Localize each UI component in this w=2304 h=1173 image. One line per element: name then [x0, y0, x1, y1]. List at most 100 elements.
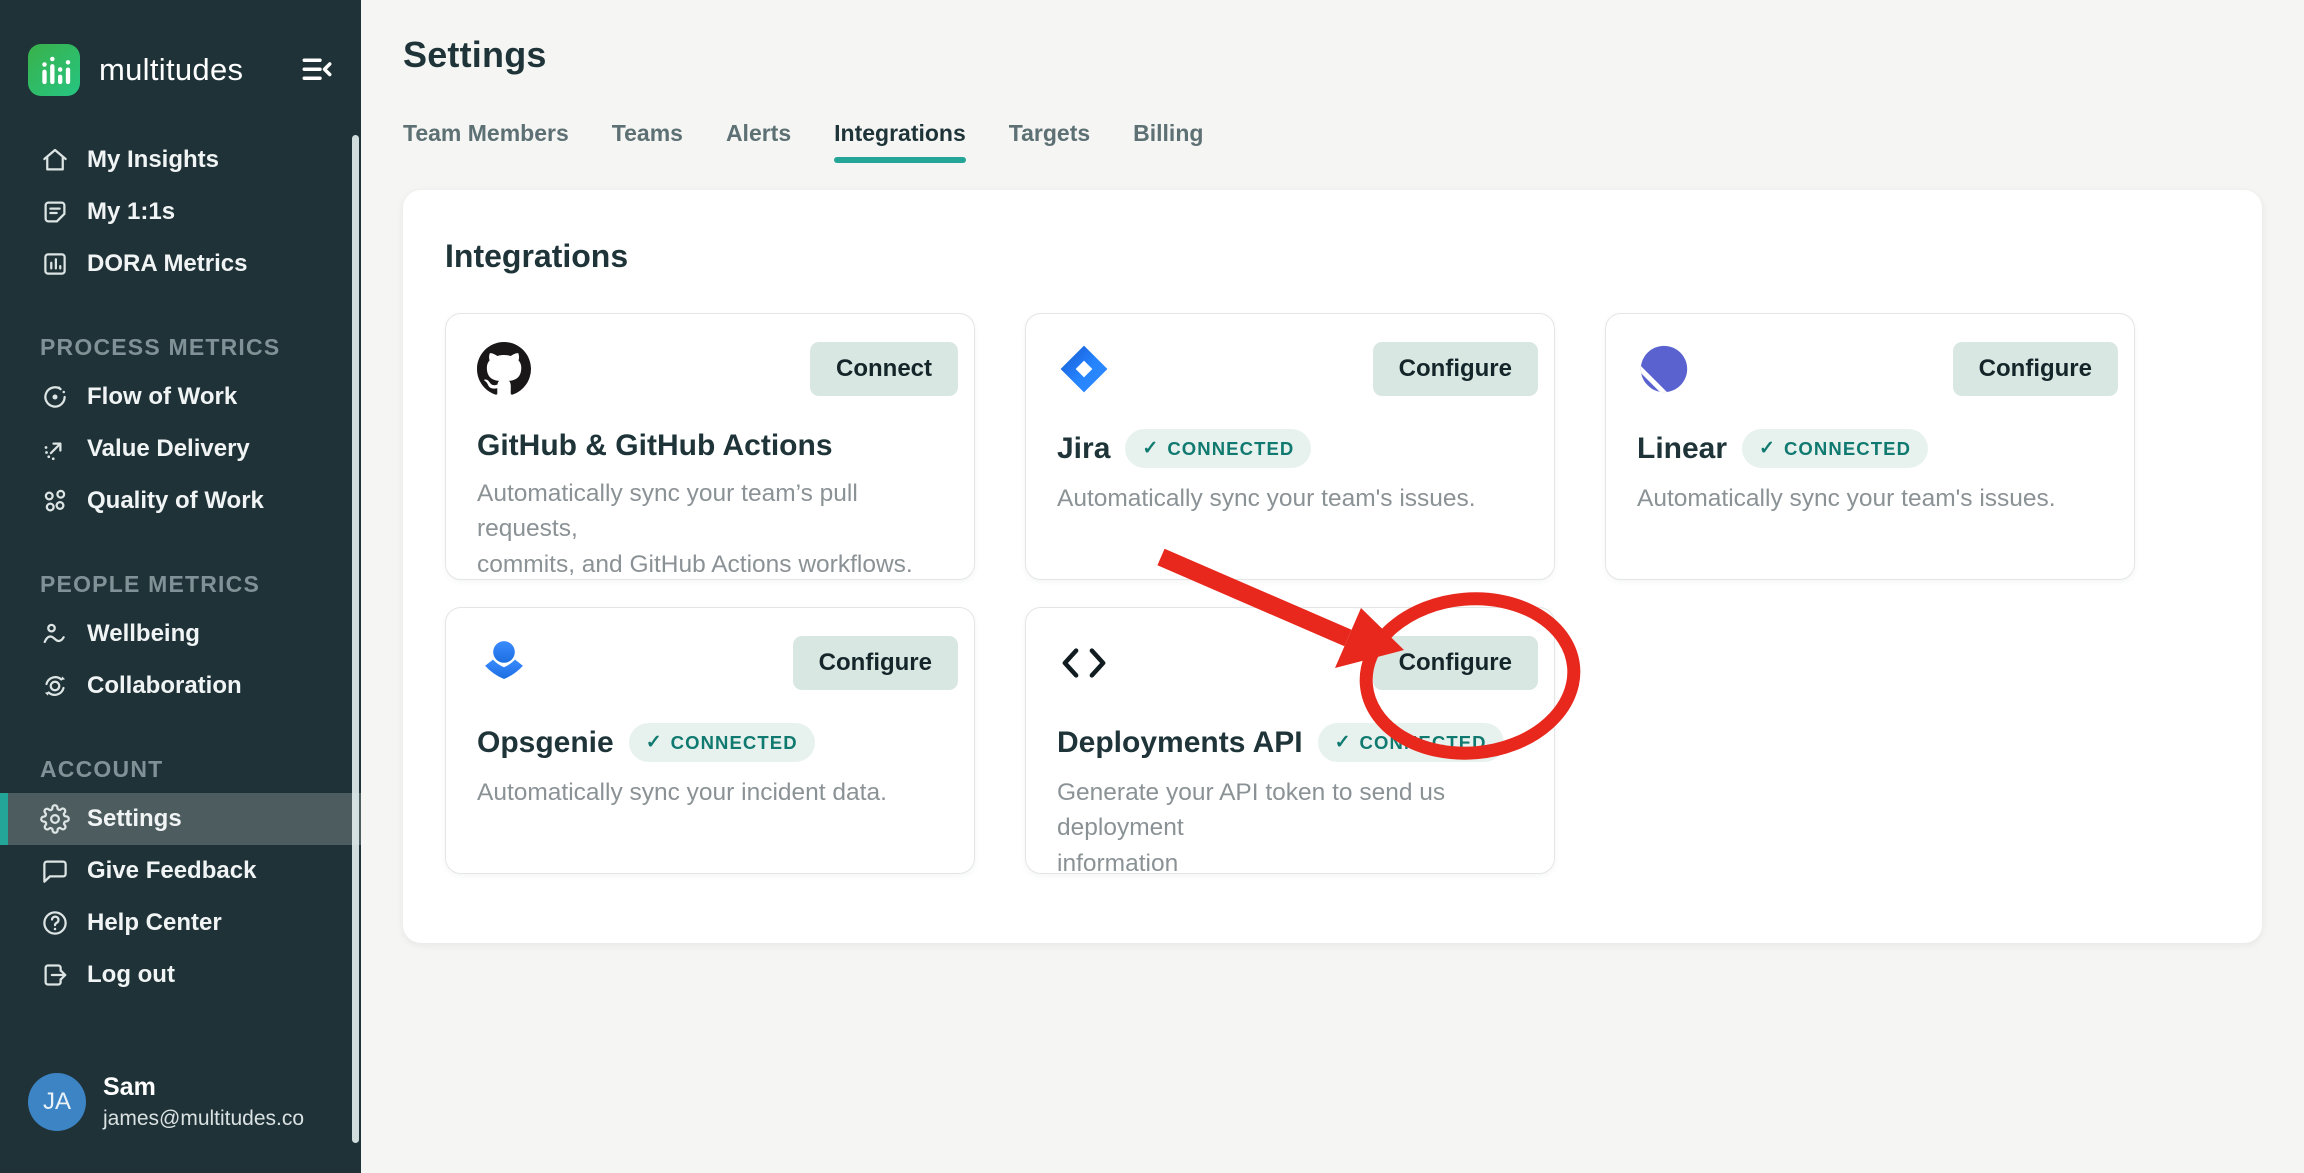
avatar: JA — [28, 1073, 86, 1131]
sidebar-section-label-process-metrics: PROCESS METRICS — [0, 334, 361, 361]
sidebar-item-label: My Insights — [87, 146, 219, 174]
code-icon — [1057, 636, 1111, 690]
github-icon — [477, 342, 531, 396]
tab-targets[interactable]: Targets — [1009, 120, 1090, 163]
connect-button-github-github-actions[interactable]: Connect — [810, 342, 958, 396]
chat-icon — [40, 856, 70, 886]
user-name: Sam — [103, 1073, 304, 1102]
sidebar-item-value-delivery[interactable]: Value Delivery — [0, 423, 361, 475]
configure-button-jira[interactable]: Configure — [1373, 342, 1538, 396]
configure-button-linear[interactable]: Configure — [1953, 342, 2118, 396]
connected-badge: ✓ CONNECTED — [1318, 723, 1504, 762]
sidebar-item-give-feedback[interactable]: Give Feedback — [0, 845, 361, 897]
linear-icon — [1637, 342, 1691, 396]
connected-badge-label: CONNECTED — [1784, 438, 1911, 460]
orbit-icon — [40, 671, 70, 701]
sidebar-item-label: Log out — [87, 961, 175, 989]
cycle-icon — [40, 382, 70, 412]
opsgenie-icon — [477, 636, 531, 690]
check-icon: ✓ — [1759, 437, 1775, 460]
integration-card-linear: Configure Linear ✓ CONNECTED Automatically s… — [1605, 313, 2135, 580]
integration-card-deployments-api: ConfigureDeployments API✓CONNECTEDGenera… — [1025, 607, 1555, 874]
sidebar-item-label: Collaboration — [87, 672, 242, 700]
integration-card-jira: Configure Jira ✓ CONNECTED Automatically syn… — [1025, 313, 1555, 580]
check-icon: ✓ — [646, 731, 662, 754]
home-icon — [40, 145, 70, 175]
integration-title: Opsgenie — [477, 726, 614, 760]
sidebar-item-label: Flow of Work — [87, 383, 237, 411]
sidebar: multitudes My Insights My 1:1s DORA Metric… — [0, 0, 361, 1173]
multitudes-logo-icon — [28, 44, 80, 96]
note-icon — [40, 197, 70, 227]
configure-button-opsgenie[interactable]: Configure — [793, 636, 958, 690]
help-icon — [40, 908, 70, 938]
settings-tabs: Team Members Teams Alerts Integrations Targe… — [403, 120, 2262, 163]
check-icon: ✓ — [1335, 731, 1351, 754]
sidebar-item-collaboration[interactable]: Collaboration — [0, 660, 361, 712]
sidebar-item-label: Give Feedback — [87, 857, 256, 885]
app-logo-text: multitudes — [99, 52, 280, 88]
integration-card-opsgenie: Configure Opsgenie ✓ CONNECTED Automatically… — [445, 607, 975, 874]
integration-description: Automatically sync your team’s pull requ… — [477, 476, 942, 582]
sidebar-item-label: Wellbeing — [87, 620, 200, 648]
integration-title: GitHub & GitHub Actions — [477, 429, 833, 463]
sidebar-nav: My Insights My 1:1s DORA Metrics PROCESS ME… — [0, 134, 361, 1001]
gear-icon — [40, 804, 70, 834]
sidebar-item-dora-metrics[interactable]: DORA Metrics — [0, 238, 361, 290]
bar-chart-icon — [40, 249, 70, 279]
tab-alerts[interactable]: Alerts — [726, 120, 791, 163]
tab-billing[interactable]: Billing — [1133, 120, 1203, 163]
logo-row: multitudes — [0, 0, 361, 96]
sidebar-item-label: My 1:1s — [87, 198, 175, 226]
configure-button-deployments-api[interactable]: Configure — [1373, 636, 1538, 690]
integrations-panel: Integrations Connect GitHub & GitHub Acti… — [403, 190, 2262, 943]
user-profile[interactable]: JA Sam james@multitudes.co — [28, 1073, 304, 1131]
sidebar-item-flow-of-work[interactable]: Flow of Work — [0, 371, 361, 423]
integration-description: Automatically sync your incident data. — [477, 775, 942, 810]
sidebar-item-label: Help Center — [87, 909, 222, 937]
sidebar-section-label-account: ACCOUNT — [0, 756, 361, 783]
sidebar-collapse-button[interactable] — [299, 52, 335, 88]
integration-card-github-github-actions: Connect GitHub & GitHub Actions Automatica… — [445, 313, 975, 580]
sidebar-item-label: Quality of Work — [87, 487, 264, 515]
four-circles-icon — [40, 486, 70, 516]
check-icon: ✓ — [1142, 437, 1158, 460]
sidebar-item-wellbeing[interactable]: Wellbeing — [0, 608, 361, 660]
connected-badge: ✓ CONNECTED — [1125, 429, 1311, 468]
integration-description: Automatically sync your team's issues. — [1637, 481, 2102, 516]
logout-icon — [40, 960, 70, 990]
sidebar-item-label: Settings — [87, 805, 182, 833]
sidebar-item-log-out[interactable]: Log out — [0, 949, 361, 1001]
sidebar-item-label: Value Delivery — [87, 435, 250, 463]
sidebar-item-quality-of-work[interactable]: Quality of Work — [0, 475, 361, 527]
connected-badge-label: CONNECTED — [671, 732, 798, 754]
integrations-grid: Connect GitHub & GitHub Actions Automatica… — [445, 313, 2220, 874]
sidebar-item-my-insights[interactable]: My Insights — [0, 134, 361, 186]
person-icon — [40, 619, 70, 649]
connected-badge-label: CONNECTED — [1167, 438, 1294, 460]
app-window: multitudes My Insights My 1:1s DORA Metric… — [0, 0, 2304, 1173]
trend-arrow-icon — [40, 434, 70, 464]
connected-badge-label: CONNECTED — [1360, 732, 1487, 754]
integrations-heading: Integrations — [445, 238, 2220, 275]
main-content: Settings Team MembersTeamsAlertsIntegrat… — [361, 0, 2304, 1173]
connected-badge: ✓ CONNECTED — [629, 723, 815, 762]
tab-teams[interactable]: Teams — [612, 120, 683, 163]
sidebar-scrollbar[interactable] — [352, 135, 359, 1143]
sidebar-item-settings[interactable]: Settings — [0, 793, 361, 845]
integration-description: Automatically sync your team's issues. — [1057, 481, 1522, 516]
collapse-icon — [299, 52, 335, 88]
jira-icon — [1057, 342, 1111, 396]
sidebar-item-label: DORA Metrics — [87, 250, 247, 278]
sidebar-item-my-1-1s[interactable]: My 1:1s — [0, 186, 361, 238]
tab-integrations[interactable]: Integrations — [834, 120, 966, 163]
tab-team-members[interactable]: Team Members — [403, 120, 569, 163]
integration-title: Linear — [1637, 432, 1727, 466]
integration-title: Jira — [1057, 432, 1110, 466]
integration-title: Deployments API — [1057, 726, 1303, 760]
sidebar-item-help-center[interactable]: Help Center — [0, 897, 361, 949]
sidebar-section-label-people-metrics: PEOPLE METRICS — [0, 571, 361, 598]
user-email: james@multitudes.co — [103, 1107, 304, 1131]
integration-description: Generate your API token to send us deplo… — [1057, 775, 1522, 881]
connected-badge: ✓ CONNECTED — [1742, 429, 1928, 468]
